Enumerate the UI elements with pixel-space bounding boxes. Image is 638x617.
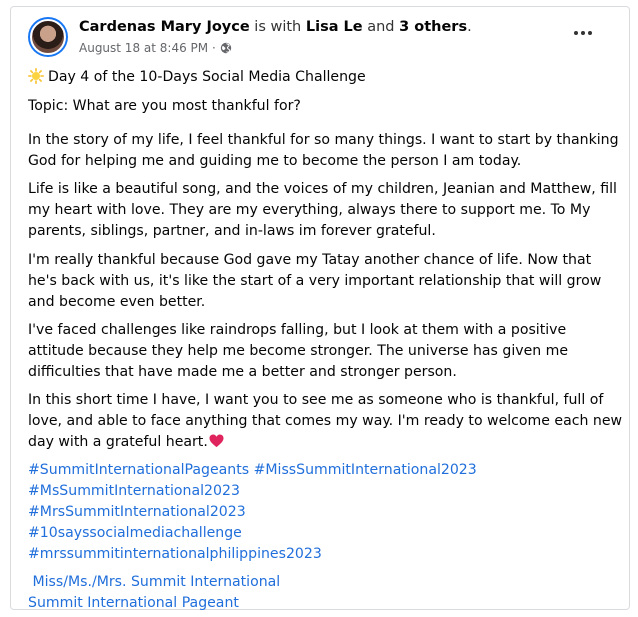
author-name-link[interactable]: Cardenas Mary Joyce [79, 19, 250, 35]
sun-emoji-icon [28, 68, 44, 84]
post-card: Cardenas Mary Joyce is with Lisa Le and … [10, 6, 630, 611]
globe-icon[interactable] [220, 42, 232, 54]
more-dot [574, 31, 578, 35]
tagged-person-link[interactable]: Lisa Le [306, 19, 363, 35]
post-paragraph: I've faced challenges like raindrops fal… [28, 322, 569, 380]
others-link[interactable]: 3 others [399, 19, 467, 35]
more-dot [588, 31, 592, 35]
red-heart-emoji-icon [209, 434, 224, 448]
post-topic: Topic: What are you most thankful for? [28, 98, 301, 114]
page-mentions: Miss/Ms./Mrs. Summit International Summi… [28, 572, 280, 614]
more-options-icon[interactable] [569, 23, 597, 43]
closing-paragraph-text: In this short time I have, I want you to… [28, 392, 623, 450]
post-paragraph: I'm really thankful because God gave my … [28, 252, 602, 310]
avatar-image [30, 19, 66, 55]
hashtag-list: #SummitInternationalPageants #MissSummit… [28, 460, 477, 565]
hashtag-link[interactable]: #SummitInternationalPageants #MissSummit… [28, 460, 477, 481]
with-text: is with [249, 19, 306, 35]
post-paragraph-closing: In this short time I have, I want you to… [28, 390, 623, 453]
timestamp-link[interactable]: August 18 at 8:46 PM [79, 41, 208, 55]
hashtag-link[interactable]: #MsSummitInternational2023 [28, 481, 477, 502]
author-avatar[interactable] [28, 17, 68, 57]
post-meta: August 18 at 8:46 PM · [79, 40, 232, 56]
period-text: . [467, 19, 472, 35]
and-text: and [362, 19, 400, 35]
post-title-line: Day 4 of the 10-Days Social Media Challe… [28, 67, 623, 88]
page-mention-link[interactable]: Miss/Ms./Mrs. Summit International [28, 572, 280, 593]
more-dot [581, 31, 585, 35]
hashtag-link[interactable]: #mrssummitinternationalphilippines2023 [28, 544, 477, 565]
post-paragraph: Life is like a beautiful song, and the v… [28, 181, 617, 239]
meta-separator: · [208, 41, 220, 55]
post-header: Cardenas Mary Joyce is with Lisa Le and … [28, 17, 609, 61]
post-title: Day 4 of the 10-Days Social Media Challe… [48, 69, 366, 85]
page-mention-link[interactable]: Summit International Pageant [28, 593, 280, 614]
post-byline: Cardenas Mary Joyce is with Lisa Le and … [79, 18, 472, 37]
hashtag-link[interactable]: #10sayssocialmediachallenge [28, 523, 477, 544]
post-paragraph: In the story of my life, I feel thankful… [28, 132, 619, 169]
hashtag-link[interactable]: #MrsSummitInternational2023 [28, 502, 477, 523]
